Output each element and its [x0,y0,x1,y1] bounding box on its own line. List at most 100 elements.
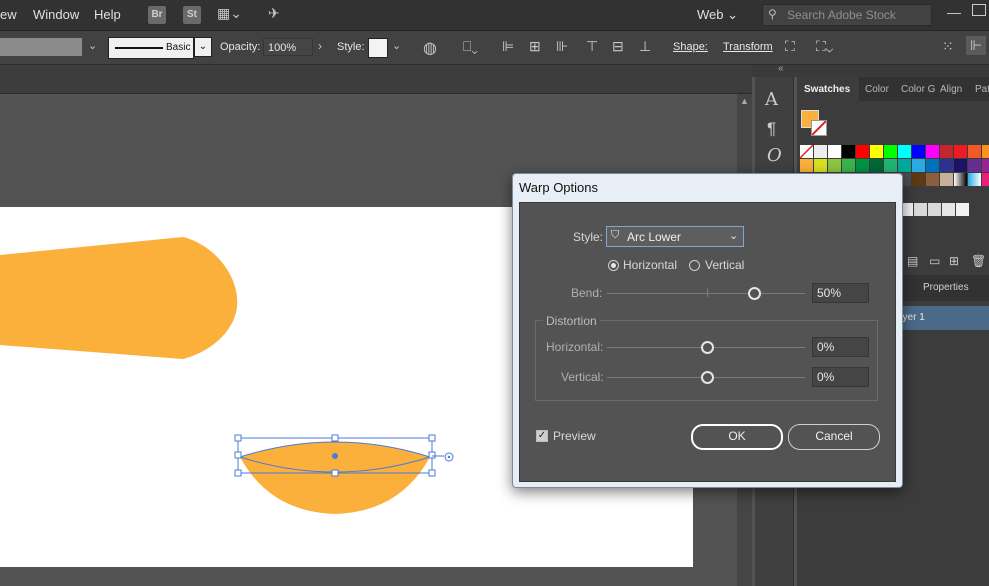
preview-label[interactable]: Preview [553,429,596,443]
align-left-icon[interactable]: ⊫ [502,38,514,55]
align-bottom-icon[interactable]: ⊥ [639,38,651,55]
swatch-indigo[interactable] [940,159,953,172]
swatch-gradient-bw[interactable] [954,173,967,186]
swatch-white[interactable] [828,145,841,158]
swatch-orange[interactable] [982,145,989,158]
swatch-gray-e[interactable] [956,203,969,216]
swatch-light-orange[interactable] [800,159,813,172]
swatch-orange-red[interactable] [968,145,981,158]
menu-window[interactable]: Window [33,7,79,22]
tab-color[interactable]: Color [865,84,889,95]
gpu-performance-icon[interactable]: ✈ [268,5,280,22]
swatch-dark-green[interactable] [856,159,869,172]
search-adobe-stock-field[interactable]: ⚲ Search Adobe Stock [762,4,932,26]
swatch-blue[interactable] [912,145,925,158]
align-top-icon[interactable]: ⊤ [586,38,598,55]
stroke-weight-field[interactable] [0,38,82,56]
isolate-object-icon[interactable]: ⛶ [785,38,795,55]
stroke-swatch[interactable] [811,120,827,136]
delete-swatch-icon[interactable]: 🗑 [971,254,986,268]
swatch-teal-green[interactable] [884,159,897,172]
preview-checkbox[interactable]: ✓ [536,430,548,442]
arrange-documents-icon[interactable]: ▦⌄ [217,5,242,22]
swatch-violet[interactable] [982,159,989,172]
swatch-black[interactable] [842,145,855,158]
swatch-green-2[interactable] [842,159,855,172]
menu-view[interactable]: ew [0,7,17,22]
opentype-panel-icon[interactable]: O [767,145,782,166]
align-right-icon[interactable]: ⊪ [556,38,568,55]
tab-align[interactable]: Align [940,84,962,95]
align-vertical-center-icon[interactable]: ⊟ [612,38,624,55]
distortion-vertical-field[interactable]: 0% [812,367,869,387]
swatch-options-icon[interactable]: ▤ [907,254,918,268]
scroll-up-icon[interactable]: ▲ [740,96,749,106]
tab-swatches[interactable]: Swatches [804,84,850,95]
swatch-yellow[interactable] [870,145,883,158]
style-chevron-down-icon[interactable]: ⌄ [392,39,401,52]
stock-badge[interactable]: St [183,6,201,24]
bend-value-field[interactable]: 50% [812,283,869,303]
menu-help[interactable]: Help [94,7,121,22]
new-swatch-icon[interactable]: ⊞ [949,254,959,268]
swatch-gray-c[interactable] [928,203,941,216]
swatch-gray-b[interactable] [914,203,927,216]
swatch-cyan[interactable] [898,145,911,158]
vertical-radio[interactable] [689,260,700,271]
swatch-light-green[interactable] [828,159,841,172]
stroke-profile-chevron[interactable]: ⌄ [194,37,212,57]
paragraph-panel-icon[interactable]: ¶ [767,119,776,139]
stroke-profile-dropdown[interactable]: Basic [108,37,194,59]
new-color-group-icon[interactable]: ▭ [929,254,940,268]
tab-color-guide[interactable]: Color G [901,84,935,95]
distortion-horizontal-field[interactable]: 0% [812,337,869,357]
horizontal-radio-label[interactable]: Horizontal [623,258,677,272]
opacity-chevron-right-icon[interactable]: › [318,39,322,53]
warp-style-dropdown[interactable]: ⛉ Arc Lower ⌄ [606,226,744,247]
swatch-dark-red[interactable] [940,145,953,158]
swatch-brown-2[interactable] [926,173,939,186]
bridge-badge[interactable]: Br [148,6,166,24]
tab-properties[interactable]: Properties [923,282,969,293]
select-similar-icon[interactable]: ⛶⌄ [816,38,833,55]
maximize-icon[interactable] [972,4,986,16]
swatch-teal[interactable] [898,159,911,172]
workspace-switcher[interactable]: Web ⌄ [697,7,738,23]
swatch-gray-d[interactable] [942,203,955,216]
shape-link[interactable]: Shape: [673,41,708,53]
swatch-lime[interactable] [814,159,827,172]
distortion-vertical-knob[interactable] [701,371,714,384]
tab-pathfinder[interactable]: Pat [975,84,989,95]
recolor-artwork-icon[interactable]: ◍ [423,38,437,58]
character-panel-icon[interactable]: A [765,89,778,110]
swatch-navy[interactable] [954,159,967,172]
vertical-radio-label[interactable]: Vertical [705,258,744,272]
swatch-green[interactable] [884,145,897,158]
chevron-down-icon[interactable]: ⌄ [88,39,97,52]
bend-slider-knob[interactable] [748,287,761,300]
distortion-horizontal-knob[interactable] [701,341,714,354]
swatch-brown[interactable] [912,173,925,186]
swatch-blue-2[interactable] [926,159,939,172]
transform-link[interactable]: Transform [723,41,773,53]
swatch-purple[interactable] [968,159,981,172]
swatch-red-2[interactable] [954,145,967,158]
panel-grid-icon[interactable]: ⁙ [942,38,954,55]
cancel-button[interactable]: Cancel [788,424,880,450]
align-horizontal-center-icon[interactable]: ⊞ [529,38,541,55]
bend-slider-track[interactable] [607,293,805,294]
horizontal-radio[interactable] [608,260,619,271]
align-to-icon[interactable]: ⎕⌄ [463,38,478,55]
swatch-tan[interactable] [940,173,953,186]
swatch-pattern[interactable] [982,173,989,186]
swatch-forest[interactable] [870,159,883,172]
swatch-magenta[interactable] [926,145,939,158]
minimize-icon[interactable]: — [947,4,961,20]
swatch-sky[interactable] [912,159,925,172]
collapse-panels-icon[interactable]: « [778,63,784,74]
swatch-registration[interactable] [814,145,827,158]
ok-button[interactable]: OK [691,424,783,450]
swatch-red[interactable] [856,145,869,158]
graphic-style-swatch[interactable] [368,38,388,58]
swatch-none[interactable] [799,144,814,159]
